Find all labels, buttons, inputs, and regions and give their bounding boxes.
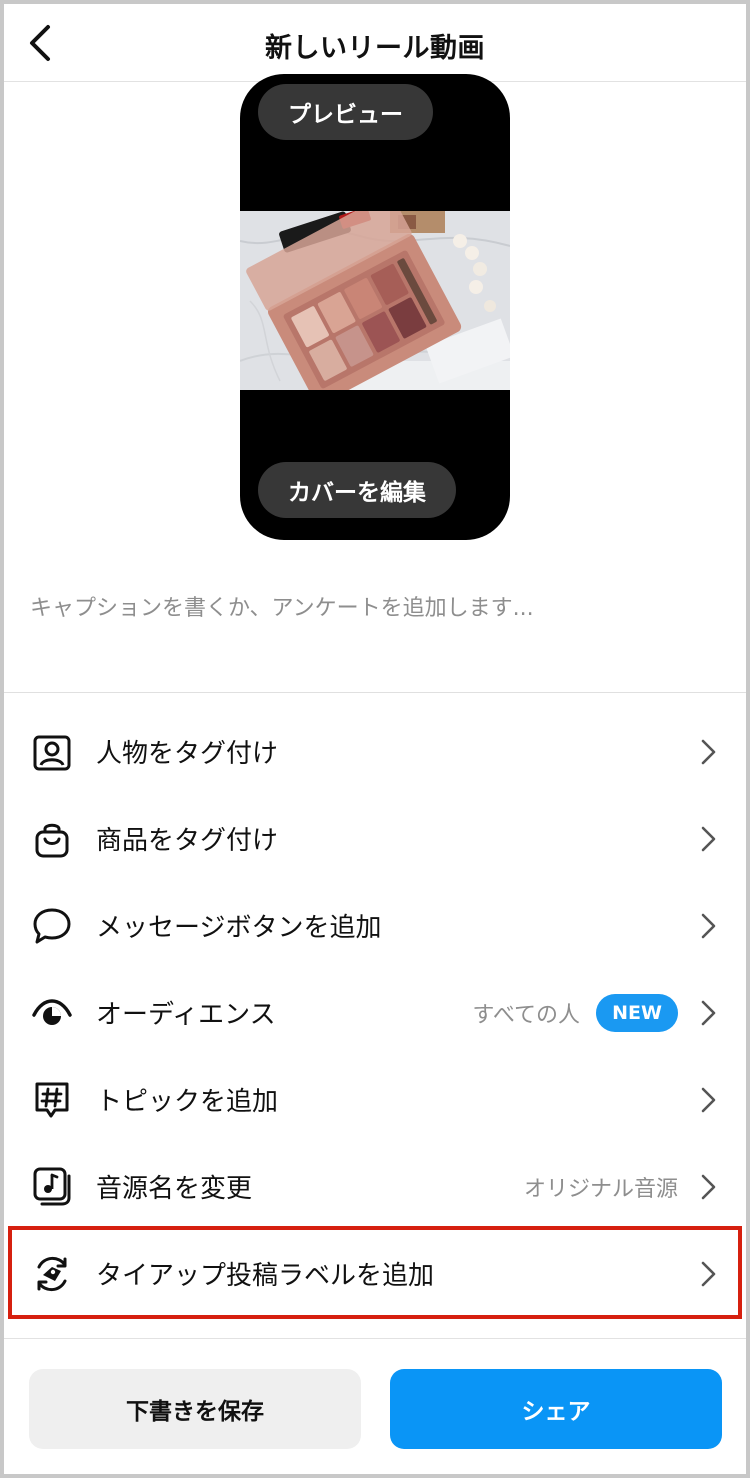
add-topic-label: トピックを追加 <box>96 1087 279 1117</box>
chevron-right-icon <box>701 1087 716 1113</box>
tag-products-label: 商品をタグ付け <box>96 826 279 856</box>
audience-label: オーディエンス <box>96 1000 276 1030</box>
caption-input[interactable]: キャプションを書くか、アンケートを追加します... <box>30 590 720 622</box>
new-badge: NEW <box>596 993 678 1032</box>
message-bubble-icon <box>30 904 74 948</box>
hashtag-icon <box>30 1078 74 1122</box>
audience-row[interactable]: オーディエンス すべての人 NEW <box>4 969 746 1056</box>
tag-people-row[interactable]: 人物をタグ付け <box>4 708 746 795</box>
chevron-right-icon <box>701 1000 716 1026</box>
add-paid-partnership-label-row[interactable]: タイアップ投稿ラベルを追加 <box>4 1230 746 1317</box>
shopping-bag-icon <box>30 817 74 861</box>
handshake-tag-icon <box>30 1252 74 1296</box>
preview-button[interactable]: プレビュー <box>258 84 433 140</box>
chevron-right-icon <box>701 913 716 939</box>
chevron-right-icon <box>701 826 716 852</box>
edit-cover-button[interactable]: カバーを編集 <box>258 462 456 518</box>
audience-value: すべての人 <box>472 1002 580 1028</box>
add-message-button-label: メッセージボタンを追加 <box>96 913 382 943</box>
person-tag-icon <box>30 730 74 774</box>
page-title: 新しいリール動画 <box>265 33 485 64</box>
rename-audio-label: 音源名を変更 <box>96 1174 253 1204</box>
reel-thumbnail-image <box>240 211 510 390</box>
top-app-bar: 新しいリール動画 <box>4 4 746 82</box>
save-draft-button[interactable]: 下書きを保存 <box>29 1369 361 1449</box>
divider <box>4 692 746 693</box>
audio-name-value: オリジナル音源 <box>523 1176 678 1202</box>
tag-products-row[interactable]: 商品をタグ付け <box>4 795 746 882</box>
add-topic-row[interactable]: トピックを追加 <box>4 1056 746 1143</box>
rename-audio-row[interactable]: 音源名を変更 オリジナル音源 <box>4 1143 746 1230</box>
chevron-right-icon <box>701 739 716 765</box>
reel-preview[interactable]: プレビュー カバーを編集 <box>240 74 510 540</box>
chevron-right-icon <box>701 1261 716 1287</box>
add-message-button-row[interactable]: メッセージボタンを追加 <box>4 882 746 969</box>
eye-icon <box>30 991 74 1035</box>
paid-partnership-label: タイアップ投稿ラベルを追加 <box>96 1261 435 1291</box>
share-button[interactable]: シェア <box>390 1369 722 1449</box>
tag-people-label: 人物をタグ付け <box>96 739 279 769</box>
music-note-icon <box>30 1165 74 1209</box>
bottom-action-bar: 下書きを保存 シェア <box>4 1338 746 1474</box>
chevron-right-icon <box>701 1174 716 1200</box>
